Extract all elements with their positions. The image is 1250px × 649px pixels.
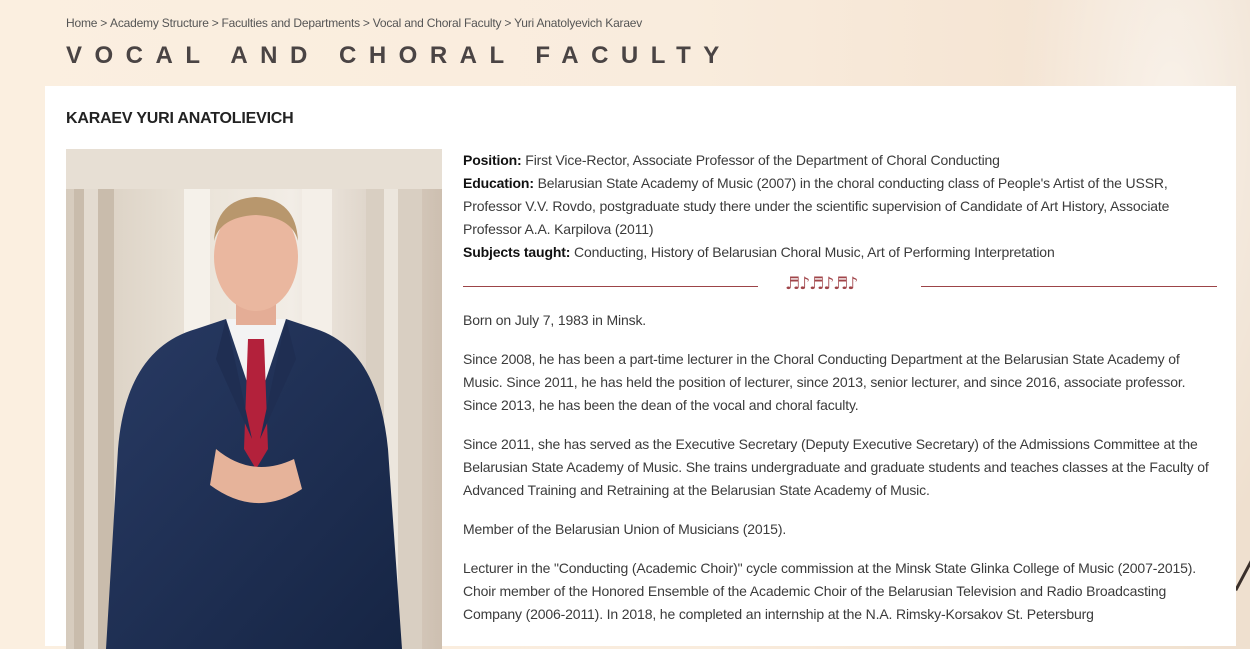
- portrait-illustration: [66, 149, 442, 649]
- person-photo: [66, 149, 442, 649]
- music-notes-divider: ♬♪♬♪♬♪: [463, 270, 1217, 304]
- education-row: Education: Belarusian State Academy of M…: [463, 172, 1217, 241]
- position-row: Position: First Vice-Rector, Associate P…: [463, 149, 1217, 172]
- breadcrumb-academy-structure[interactable]: Academy Structure: [110, 16, 209, 30]
- subjects-label: Subjects taught:: [463, 244, 571, 260]
- bio-paragraph: Since 2008, he has been a part-time lect…: [463, 351, 1186, 413]
- bio-paragraph: Since 2011, she has served as the Execut…: [463, 436, 1209, 498]
- divider-line-right: [921, 286, 1217, 287]
- bio-paragraph: Lecturer in the "Conducting (Academic Ch…: [463, 560, 1197, 622]
- subjects-row: Subjects taught: Conducting, History of …: [463, 241, 1217, 264]
- education-value: Belarusian State Academy of Music (2007)…: [463, 175, 1170, 237]
- bio-paragraph: Born on July 7, 1983 in Minsk.: [463, 312, 647, 328]
- position-label: Position:: [463, 152, 522, 168]
- subjects-value: Conducting, History of Belarusian Choral…: [570, 244, 1055, 260]
- divider-line-left: [463, 286, 758, 287]
- bio-paragraph: Member of the Belarusian Union of Musici…: [463, 521, 787, 537]
- page-title: VOCAL AND CHORAL FACULTY: [66, 42, 732, 69]
- position-value: First Vice-Rector, Associate Professor o…: [521, 152, 1000, 168]
- breadcrumb-separator: >: [211, 16, 219, 30]
- breadcrumb-faculties-departments[interactable]: Faculties and Departments: [222, 16, 361, 30]
- breadcrumb-vocal-choral-faculty[interactable]: Vocal and Choral Faculty: [373, 16, 502, 30]
- profile-info: Position: First Vice-Rector, Associate P…: [463, 149, 1217, 642]
- education-label: Education:: [463, 175, 534, 191]
- biography: Born on July 7, 1983 in Minsk. Since 200…: [463, 309, 1217, 626]
- breadcrumb-separator: >: [100, 16, 108, 30]
- breadcrumb-separator: >: [362, 16, 370, 30]
- music-notes-icon: ♬♪♬♪♬♪: [785, 274, 858, 294]
- profile-card: KARAEV YURI ANATOLIEVICH Position: First…: [45, 86, 1236, 649]
- breadcrumb: Home > Academy Structure > Faculties and Dep…: [66, 16, 642, 30]
- breadcrumb-separator: >: [504, 16, 512, 30]
- person-name: KARAEV YURI ANATOLIEVICH: [66, 110, 294, 127]
- breadcrumb-current: Yuri Anatolyevich Karaev: [514, 16, 643, 30]
- breadcrumb-home[interactable]: Home: [66, 16, 97, 30]
